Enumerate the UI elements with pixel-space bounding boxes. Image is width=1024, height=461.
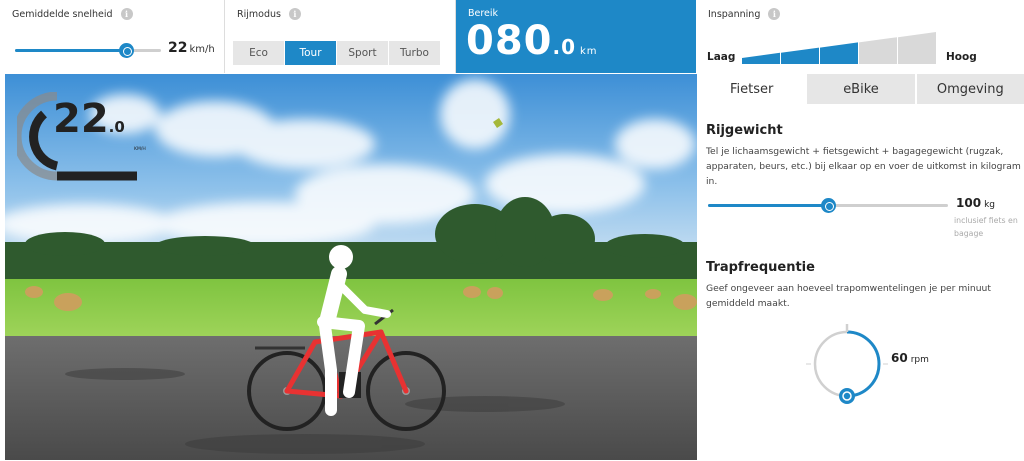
speedometer: 22.0 KM/H	[17, 92, 147, 182]
cadence-title: Trapfrequentie	[706, 260, 815, 275]
range-unit: km	[580, 46, 598, 57]
effort-step	[742, 52, 780, 64]
weight-note: inclusief fiets en bagage	[954, 216, 1018, 238]
info-icon[interactable]: i	[120, 8, 133, 20]
tab-fietser[interactable]: Fietser	[698, 74, 808, 104]
speed-slider-handle[interactable]	[118, 43, 134, 58]
settings-tabs: Fietser eBike Omgeving	[698, 74, 1024, 104]
cadence-dial-handle	[839, 388, 855, 404]
average-speed-title: Gemiddelde snelheid	[12, 8, 113, 20]
range-decimal: .0	[552, 35, 577, 59]
weight-slider[interactable]	[708, 198, 948, 213]
mode-button-turbo[interactable]: Turbo	[389, 41, 441, 65]
effort-panel: Inspanning i Laag Hoog	[696, 0, 1024, 73]
riding-mode-selector: Eco Tour Sport Turbo	[233, 41, 441, 65]
speed-unit: km/h	[189, 44, 215, 55]
weight-slider-handle[interactable]	[821, 198, 836, 213]
settings-topbar: Gemiddelde snelheid i 22 km/h Rijmodus i …	[0, 0, 1024, 73]
effort-low-label: Laag	[707, 51, 736, 63]
weight-title: Rijgewicht	[706, 123, 783, 138]
cadence-unit: rpm	[910, 355, 929, 365]
speed-value: 22 km/h	[168, 40, 215, 56]
speed-number: 22	[168, 40, 188, 56]
weight-value: 100 kg	[956, 196, 995, 210]
riding-mode-title: Rijmodus	[237, 8, 281, 20]
effort-step	[820, 42, 858, 64]
range-panel: Bereik 080.0 km	[456, 0, 696, 73]
speedometer-number: 22	[53, 96, 109, 142]
effort-step	[898, 32, 936, 64]
effort-high-label: Hoog	[946, 51, 977, 63]
weight-unit: kg	[984, 200, 995, 210]
range-value: 080.0 km	[466, 18, 598, 64]
speedometer-unit: KM/H	[134, 147, 146, 152]
info-icon[interactable]: i	[288, 8, 301, 20]
cadence-dial[interactable]	[802, 319, 892, 409]
mode-button-sport[interactable]: Sport	[337, 41, 389, 65]
ride-scene: 22.0 KM/H	[5, 74, 697, 460]
effort-step	[781, 47, 819, 64]
speed-slider[interactable]	[15, 43, 161, 58]
weight-description: Tel je lichaamsgewicht + fietsgewicht + …	[706, 146, 1021, 187]
effort-meter	[742, 32, 936, 64]
tab-ebike[interactable]: eBike	[807, 74, 917, 104]
tab-omgeving[interactable]: Omgeving	[916, 74, 1024, 104]
mode-button-tour[interactable]: Tour	[285, 41, 337, 65]
cadence-description: Geef ongeveer aan hoeveel trapomwentelin…	[706, 283, 991, 309]
range-number: 080	[466, 18, 553, 64]
average-speed-panel: Gemiddelde snelheid i 22 km/h	[0, 0, 225, 73]
speed-slider-fill	[15, 49, 126, 52]
mode-button-eco[interactable]: Eco	[233, 41, 285, 65]
effort-step	[859, 37, 897, 64]
info-icon[interactable]: i	[768, 8, 781, 20]
speedometer-value: 22.0	[53, 96, 125, 142]
weight-number: 100	[956, 196, 982, 210]
effort-title: Inspanning	[708, 8, 761, 20]
speedometer-decimal: .0	[108, 118, 125, 136]
weight-slider-fill	[708, 204, 828, 207]
settings-panel: Fietser eBike Omgeving Rijgewicht Tel je…	[698, 74, 1024, 461]
cadence-value: 60 rpm	[891, 351, 929, 365]
cadence-number: 60	[891, 351, 908, 365]
